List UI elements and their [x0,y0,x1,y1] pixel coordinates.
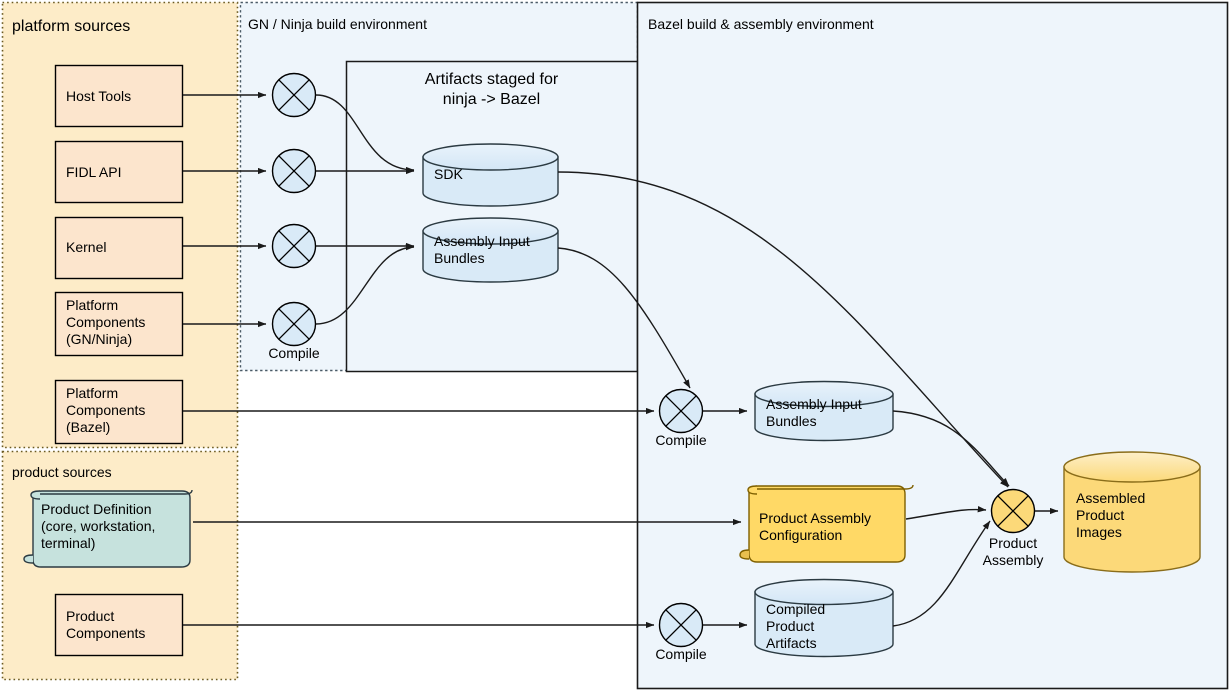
source-box-platform-components-gn-ninja[interactable] [54,291,184,357]
compile-node-fidl-api[interactable] [271,148,317,194]
compile-node-kernel[interactable] [271,223,317,269]
compile-node-platform-components-gn[interactable] [271,301,317,347]
source-note-product-definition[interactable] [23,489,193,568]
source-box-kernel[interactable] [54,216,184,280]
cylinder-compiled-product-artifacts[interactable] [754,578,894,658]
source-box-host-tools[interactable] [54,64,184,128]
panel-staged-artifacts [345,60,639,373]
cylinder-assembly-input-bundles-ninja[interactable] [422,217,559,283]
diagram-vector-layer [1,1,1229,690]
panel-bazel-environment [636,1,1229,690]
compile-node-product-components[interactable] [658,602,704,648]
cylinder-assembled-product-images[interactable] [1063,451,1201,573]
compile-node-platform-components-bazel[interactable] [658,388,704,434]
source-box-product-components[interactable] [54,593,184,657]
compile-node-host-tools[interactable] [271,72,317,118]
cylinder-assembly-input-bundles-bazel[interactable] [754,380,894,442]
source-box-platform-components-bazel[interactable] [54,379,184,445]
diagram-canvas: platform sources product sources GN / Ni… [0,0,1230,691]
note-product-assembly-configuration[interactable] [739,484,914,563]
cylinder-sdk[interactable] [422,143,559,207]
source-box-fidl-api[interactable] [54,140,184,204]
product-assembly-node[interactable] [990,488,1036,534]
